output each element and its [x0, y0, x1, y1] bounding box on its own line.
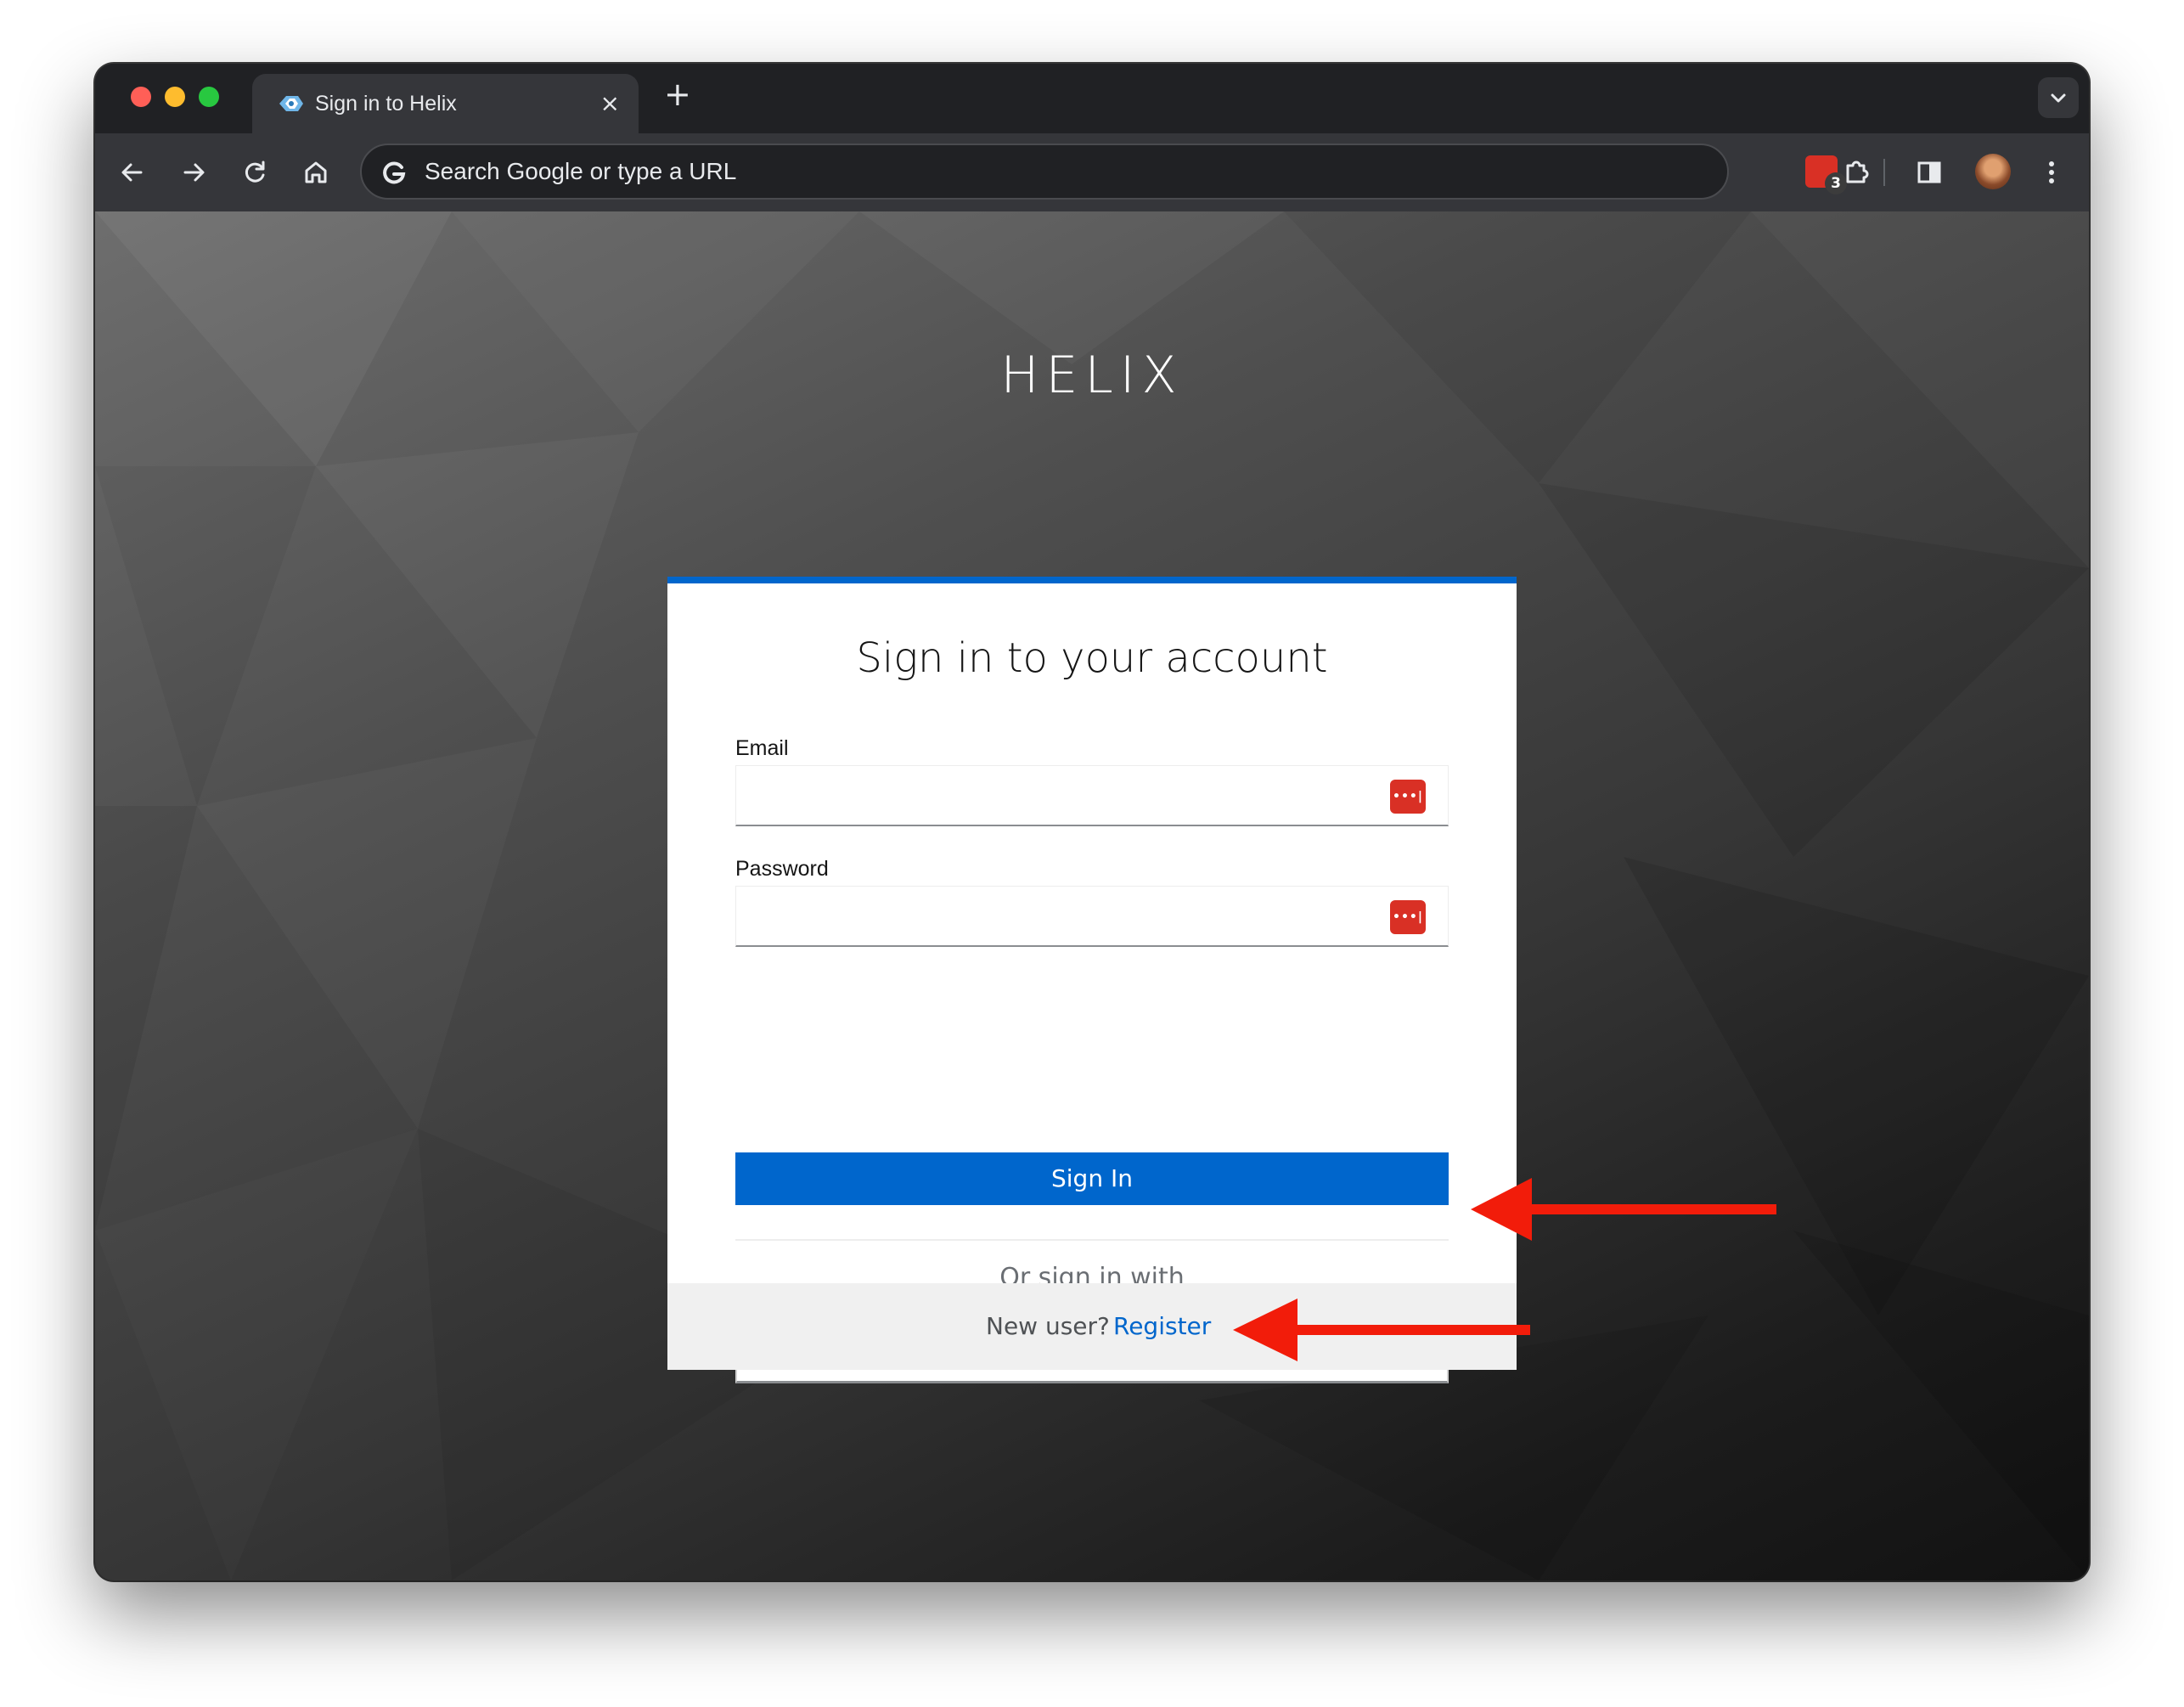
tab-search-button[interactable] — [2038, 77, 2079, 118]
reload-icon[interactable] — [236, 154, 273, 191]
sign-in-button[interactable]: Sign In — [735, 1152, 1449, 1205]
email-field[interactable]: •••| — [735, 765, 1449, 826]
new-user-prompt: New user? — [986, 1312, 1110, 1340]
side-panel-icon[interactable] — [1909, 152, 1950, 193]
register-link[interactable]: Register — [1113, 1283, 1211, 1370]
annotation-arrow-google — [1471, 1178, 1776, 1241]
browser-window: Sign in to Helix × + Search Google or ty… — [95, 64, 2089, 1580]
maximize-window-button[interactable] — [199, 87, 219, 107]
password-label: Password — [735, 857, 829, 881]
address-bar[interactable]: Search Google or type a URL — [360, 144, 1729, 200]
toolbar-divider — [1883, 159, 1885, 186]
tab-sign-in-to-helix[interactable]: Sign in to Helix × — [252, 74, 639, 133]
extensions-puzzle-icon[interactable] — [1836, 152, 1877, 193]
password-manager-icon[interactable]: •••| — [1390, 900, 1426, 934]
page-title: Sign in to your account — [856, 634, 1328, 682]
password-manager-icon[interactable]: •••| — [1390, 780, 1426, 814]
divider — [735, 1239, 1449, 1241]
profile-avatar[interactable] — [1975, 154, 2011, 189]
tab-strip: Sign in to Helix × + — [95, 64, 2089, 133]
password-field[interactable]: •••| — [735, 886, 1449, 947]
brand-logo-text: HELIX — [1000, 346, 1184, 405]
annotation-arrow-register — [1233, 1299, 1530, 1361]
close-window-button[interactable] — [131, 87, 151, 107]
new-tab-button[interactable]: + — [664, 78, 691, 110]
google-g-icon — [383, 161, 406, 184]
browser-toolbar: Search Google or type a URL 3 — [95, 133, 2089, 211]
page-viewport: HELIX Sign in to your account Email •••|… — [95, 211, 2089, 1580]
minimize-window-button[interactable] — [165, 87, 185, 107]
kebab-menu-icon[interactable] — [2031, 152, 2072, 193]
tab-close-icon[interactable]: × — [600, 89, 620, 118]
login-card: Sign in to your account Email •••| Passw… — [667, 577, 1517, 1383]
tab-title: Sign in to Helix — [315, 92, 457, 115]
email-label: Email — [735, 736, 789, 760]
address-bar-placeholder: Search Google or type a URL — [425, 158, 737, 184]
back-arrow-icon[interactable] — [114, 154, 151, 191]
home-icon[interactable] — [297, 154, 335, 191]
helix-favicon-icon — [279, 96, 303, 111]
forward-arrow-icon[interactable] — [175, 154, 212, 191]
chevron-down-icon — [2051, 93, 2066, 103]
